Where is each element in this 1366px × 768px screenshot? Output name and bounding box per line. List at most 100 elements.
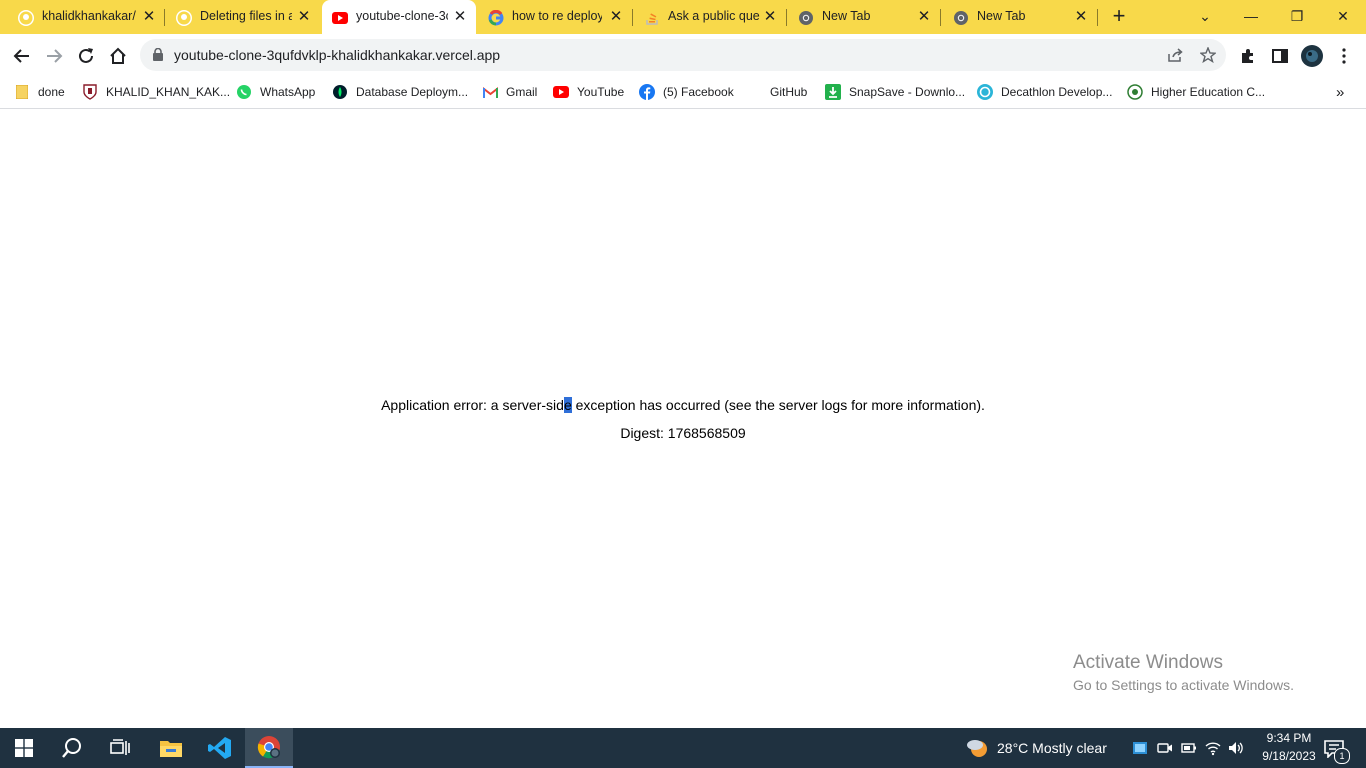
double-chevron-right-icon: »	[1336, 83, 1345, 101]
minimize-button[interactable]: —	[1228, 4, 1274, 28]
tab-new-tab-2[interactable]: New Tab ✕	[943, 0, 1097, 34]
restore-icon: ❐	[1290, 8, 1304, 24]
home-button[interactable]	[106, 44, 130, 68]
activate-windows-title: Activate Windows	[1073, 652, 1223, 673]
chrome-icon	[798, 10, 814, 26]
tab-title: Ask a public ques	[668, 9, 760, 23]
minimize-icon: —	[1244, 8, 1258, 24]
tab-github-deleting-files[interactable]: Deleting files in a ✕	[166, 0, 322, 34]
reload-icon	[79, 48, 93, 63]
github-icon	[18, 10, 34, 26]
stackoverflow-icon	[644, 10, 660, 26]
close-icon: ✕	[1337, 8, 1349, 24]
tab-new-tab-1[interactable]: New Tab ✕	[788, 0, 940, 34]
notifications-button[interactable]: 1	[1322, 738, 1350, 764]
profile-avatar[interactable]	[1300, 44, 1324, 68]
bookmark-decathlon[interactable]: Decathlon Develop...	[977, 82, 1112, 102]
tab-title: Deleting files in a	[200, 9, 292, 23]
tab-google-search[interactable]: how to re deploy ✕	[478, 0, 632, 34]
weather-text[interactable]: 28°C Mostly clear	[997, 740, 1107, 756]
bookmark-label: Database Deploym...	[356, 85, 469, 99]
bookmark-label: KHALID_KHAN_KAK...	[106, 85, 231, 99]
vscode-button[interactable]	[196, 728, 244, 768]
bookmark-youtube[interactable]: YouTube	[553, 82, 624, 102]
close-icon[interactable]: ✕	[452, 9, 468, 25]
bookmark-facebook[interactable]: (5) Facebook	[639, 82, 734, 102]
folder-icon	[160, 741, 182, 757]
new-tab-button[interactable]: +	[1108, 5, 1130, 28]
youtube-icon	[332, 10, 348, 26]
database-icon	[332, 84, 348, 100]
tab-title: New Tab	[822, 9, 871, 23]
decathlon-icon	[977, 84, 993, 100]
avatar-icon	[1301, 45, 1323, 67]
task-view-button[interactable]	[96, 728, 144, 768]
bookmark-label: Higher Education C...	[1151, 85, 1266, 99]
clock-time[interactable]: 9:34 PM	[1258, 731, 1320, 745]
more-vert-icon	[1342, 48, 1346, 64]
tab-github-khalidkhankakar[interactable]: khalidkhankakar/ ✕	[8, 0, 164, 34]
volume-icon[interactable]	[1228, 740, 1244, 756]
vscode-icon	[208, 737, 231, 759]
forward-button[interactable]	[42, 44, 66, 68]
bookmark-label: Gmail	[506, 85, 538, 99]
restore-button[interactable]: ❐	[1274, 4, 1320, 28]
bookmark-star-icon[interactable]	[1199, 46, 1217, 66]
back-button[interactable]	[10, 44, 34, 68]
close-window-button[interactable]: ✕	[1320, 4, 1366, 28]
error-text: Application error: a server-sid	[381, 397, 564, 413]
wifi-icon[interactable]	[1205, 740, 1221, 756]
network-adapter-icon[interactable]	[1132, 740, 1148, 756]
url-text: youtube-clone-3qufdvklp-khalidkhankakar.…	[174, 47, 501, 63]
facebook-icon	[639, 84, 655, 100]
whatsapp-icon	[236, 84, 252, 100]
bookmark-gmail[interactable]: Gmail	[482, 82, 537, 102]
bookmark-whatsapp[interactable]: WhatsApp	[236, 82, 315, 102]
reload-button[interactable]	[74, 44, 98, 68]
search-icon	[62, 738, 81, 758]
clock-date[interactable]: 9/18/2023	[1252, 749, 1326, 763]
search-button[interactable]	[48, 728, 96, 768]
bookmark-label: WhatsApp	[260, 85, 316, 99]
error-text-rest: exception has occurred (see the server l…	[571, 397, 985, 413]
bookmark-github[interactable]: GitHub	[746, 82, 807, 102]
address-bar[interactable]: youtube-clone-3qufdvklp-khalidkhankakar.…	[140, 39, 1226, 71]
battery-icon[interactable]	[1181, 740, 1197, 756]
bookmark-done[interactable]: done	[14, 82, 65, 102]
close-icon[interactable]: ✕	[1073, 9, 1089, 25]
tab-youtube-clone[interactable]: youtube-clone-3c ✕	[322, 0, 476, 34]
close-icon[interactable]: ✕	[916, 9, 932, 25]
tab-stackoverflow[interactable]: Ask a public ques ✕	[634, 0, 786, 34]
bookmark-label: Decathlon Develop...	[1001, 85, 1113, 99]
bookmark-database[interactable]: Database Deploym...	[332, 82, 468, 102]
bookmark-hec[interactable]: Higher Education C...	[1127, 82, 1265, 102]
tab-search-button[interactable]: ⌄	[1182, 4, 1228, 28]
close-icon[interactable]: ✕	[296, 9, 312, 25]
side-panel-button[interactable]	[1268, 44, 1292, 68]
menu-button[interactable]	[1332, 44, 1356, 68]
close-icon[interactable]: ✕	[608, 9, 624, 25]
bookmarks-overflow-button[interactable]: »	[1336, 82, 1344, 102]
share-icon[interactable]	[1167, 47, 1184, 66]
close-icon[interactable]: ✕	[762, 9, 778, 25]
bookmark-khalid[interactable]: KHALID_KHAN_KAK...	[82, 82, 230, 102]
start-button[interactable]	[0, 728, 48, 768]
notification-count-badge: 1	[1334, 748, 1350, 764]
bookmark-label: done	[38, 85, 65, 99]
puzzle-icon	[1242, 49, 1253, 63]
weather-icon[interactable]	[965, 737, 989, 762]
text-selection: e	[563, 397, 572, 413]
meet-now-icon[interactable]	[1157, 740, 1173, 756]
close-icon[interactable]: ✕	[141, 9, 157, 25]
folder-icon	[14, 84, 30, 100]
chrome-button[interactable]	[245, 728, 293, 768]
extensions-button[interactable]	[1236, 44, 1260, 68]
windows-logo-icon	[15, 739, 33, 757]
bookmark-label: SnapSave - Downlo...	[849, 85, 966, 99]
hec-icon	[1127, 84, 1143, 100]
chevron-down-icon: ⌄	[1199, 8, 1211, 24]
tab-title: New Tab	[977, 9, 1026, 23]
file-explorer-button[interactable]	[147, 728, 195, 768]
task-view-icon	[110, 739, 130, 755]
bookmark-snapsave[interactable]: SnapSave - Downlo...	[825, 82, 965, 102]
